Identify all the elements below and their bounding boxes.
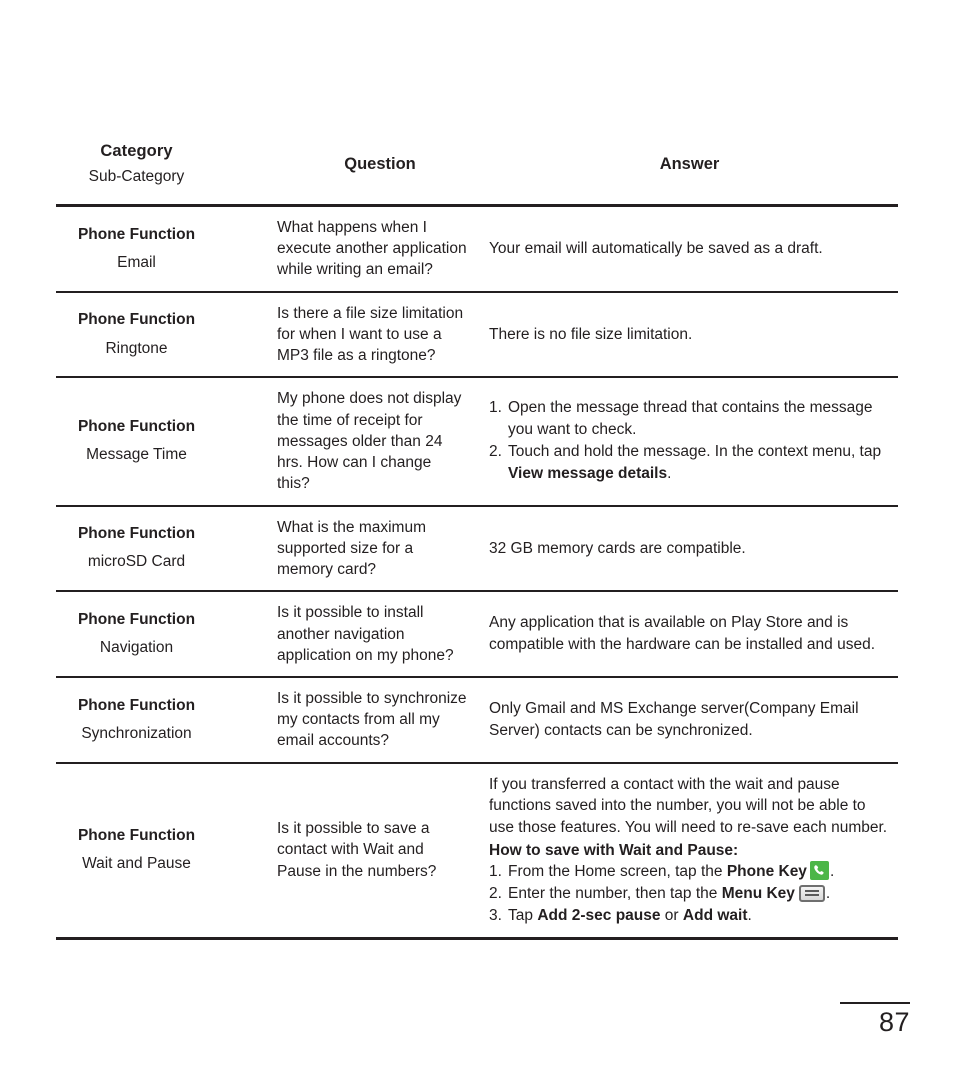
row-category-label: Phone Function xyxy=(77,225,196,243)
row-category-cell: Phone Function Ringtone xyxy=(56,291,275,379)
answer-text: Your email will automatically be saved a… xyxy=(489,240,823,257)
step-number: 3. xyxy=(489,906,502,924)
step-text-mid: or xyxy=(660,906,683,924)
row-category-label: Phone Function xyxy=(77,826,196,844)
row-sub-category-label: Message Time xyxy=(86,446,187,464)
phone-key-icon xyxy=(809,861,829,881)
row-question: Is it possible to synchronize my contact… xyxy=(275,676,481,764)
answer-step-list: 1. Open the message thread that contains … xyxy=(489,397,894,485)
table-row: Phone Function microSD Card What is the … xyxy=(56,505,898,593)
answer-text: Any application that is available on Pla… xyxy=(489,614,876,654)
step-text-before: Touch and hold the message. In the conte… xyxy=(508,443,882,461)
step-number: 2. xyxy=(489,885,502,903)
row-answer: Your email will automatically be saved a… xyxy=(481,205,898,293)
page-footer: 87 xyxy=(840,1002,910,1036)
step-text-after: . xyxy=(667,465,672,483)
row-answer: 1. Open the message thread that contains … xyxy=(481,377,898,507)
row-category-label: Phone Function xyxy=(77,418,196,436)
faq-table: Category Sub-Category Question Answer Ph… xyxy=(56,126,898,940)
row-sub-category-label: Ringtone xyxy=(105,339,168,357)
manual-page: Category Sub-Category Question Answer Ph… xyxy=(0,0,954,1074)
row-category-cell: Phone Function Wait and Pause xyxy=(56,762,275,940)
table-row: Phone Function Synchronization Is it pos… xyxy=(56,676,898,764)
faq-table-body: Phone Function Email What happens when I… xyxy=(56,205,898,940)
step-text: Open the message thread that contains th… xyxy=(508,399,873,438)
step-number: 1. xyxy=(489,863,502,881)
row-question: Is it possible to save a contact with Wa… xyxy=(275,762,481,940)
row-category-cell: Phone Function Email xyxy=(56,205,275,293)
table-row: Phone Function Message Time My phone doe… xyxy=(56,377,898,507)
row-question: My phone does not display the time of re… xyxy=(275,377,481,507)
header-category-cell: Category Sub-Category xyxy=(56,126,275,207)
row-question: Is it possible to install another naviga… xyxy=(275,591,481,678)
menu-key-icon xyxy=(798,885,825,903)
row-category-label: Phone Function xyxy=(77,610,196,628)
step-number: 2. xyxy=(489,443,502,461)
row-sub-category-label: Wait and Pause xyxy=(82,855,191,873)
list-item: 1. From the Home screen, tap the Phone Ke… xyxy=(489,861,894,883)
list-item: 2. Enter the number, then tap the Menu Ke… xyxy=(489,883,894,905)
row-sub-category-label: Email xyxy=(117,253,156,271)
answer-text: 32 GB memory cards are compatible. xyxy=(489,539,746,557)
header-answer-label: Answer xyxy=(481,126,898,207)
table-row: Phone Function Navigation Is it possible… xyxy=(56,591,898,678)
row-answer: Only Gmail and MS Exchange server(Compan… xyxy=(481,676,898,764)
answer-step-list: 1. From the Home screen, tap the Phone Ke… xyxy=(489,861,894,926)
row-category-label: Phone Function xyxy=(77,525,196,543)
table-row: Phone Function Ringtone Is there a file … xyxy=(56,291,898,379)
step-text-before: From the Home screen, tap the xyxy=(508,863,727,881)
row-category-cell: Phone Function microSD Card xyxy=(56,505,275,593)
row-sub-category-label: Navigation xyxy=(99,639,174,657)
row-answer: 32 GB memory cards are compatible. xyxy=(481,505,898,593)
step-bold-term: Phone Key xyxy=(726,863,807,881)
row-question: What is the maximum supported size for a… xyxy=(275,505,481,593)
page-number: 87 xyxy=(878,1007,910,1037)
row-answer: Any application that is available on Pla… xyxy=(481,591,898,678)
answer-text: Only Gmail and MS Exchange server(Compan… xyxy=(489,700,859,739)
row-category-cell: Phone Function Synchronization xyxy=(56,676,275,764)
row-sub-category-label: microSD Card xyxy=(87,553,186,571)
step-text-after: . xyxy=(829,863,835,881)
row-answer: There is no file size limitation. xyxy=(481,291,898,379)
row-category-cell: Phone Function Navigation xyxy=(56,591,275,678)
step-bold-term: View message details xyxy=(508,465,668,483)
row-category-label: Phone Function xyxy=(77,696,196,714)
list-item: 2. Touch and hold the message. In the con… xyxy=(489,441,894,484)
table-header-row: Category Sub-Category Question Answer xyxy=(56,126,898,207)
answer-text: There is no file size limitation. xyxy=(489,325,693,343)
step-text-after: . xyxy=(747,906,752,924)
row-category-cell: Phone Function Message Time xyxy=(56,377,275,507)
step-bold-term: Menu Key xyxy=(721,885,795,903)
row-question: Is there a file size limitation for when… xyxy=(275,291,481,379)
row-question: What happens when I execute another appl… xyxy=(275,205,481,293)
header-question-label: Question xyxy=(275,126,481,207)
table-row: Phone Function Email What happens when I… xyxy=(56,205,898,293)
step-text-before: Tap xyxy=(508,906,538,924)
answer-how-heading: How to save with Wait and Pause: xyxy=(489,841,739,859)
row-category-label: Phone Function xyxy=(77,311,196,329)
step-bold-term-2: Add wait xyxy=(682,906,748,924)
step-text-after: . xyxy=(825,885,831,903)
list-item: 1. Open the message thread that contains … xyxy=(489,397,894,440)
header-category-label: Category xyxy=(100,142,173,161)
row-answer: If you transferred a contact with the wa… xyxy=(481,762,898,940)
step-number: 1. xyxy=(489,399,502,417)
table-row: Phone Function Wait and Pause Is it poss… xyxy=(56,762,898,940)
page-number-rule xyxy=(840,1002,910,1004)
step-bold-term: Add 2-sec pause xyxy=(537,906,661,924)
list-item: 3. Tap Add 2-sec pause or Add wait. xyxy=(489,905,894,927)
faq-table-head: Category Sub-Category Question Answer xyxy=(56,126,898,207)
answer-intro-text: If you transferred a contact with the wa… xyxy=(489,775,888,837)
header-sub-category-label: Sub-Category xyxy=(88,168,185,186)
row-sub-category-label: Synchronization xyxy=(81,724,192,742)
step-text-before: Enter the number, then tap the xyxy=(508,885,722,903)
